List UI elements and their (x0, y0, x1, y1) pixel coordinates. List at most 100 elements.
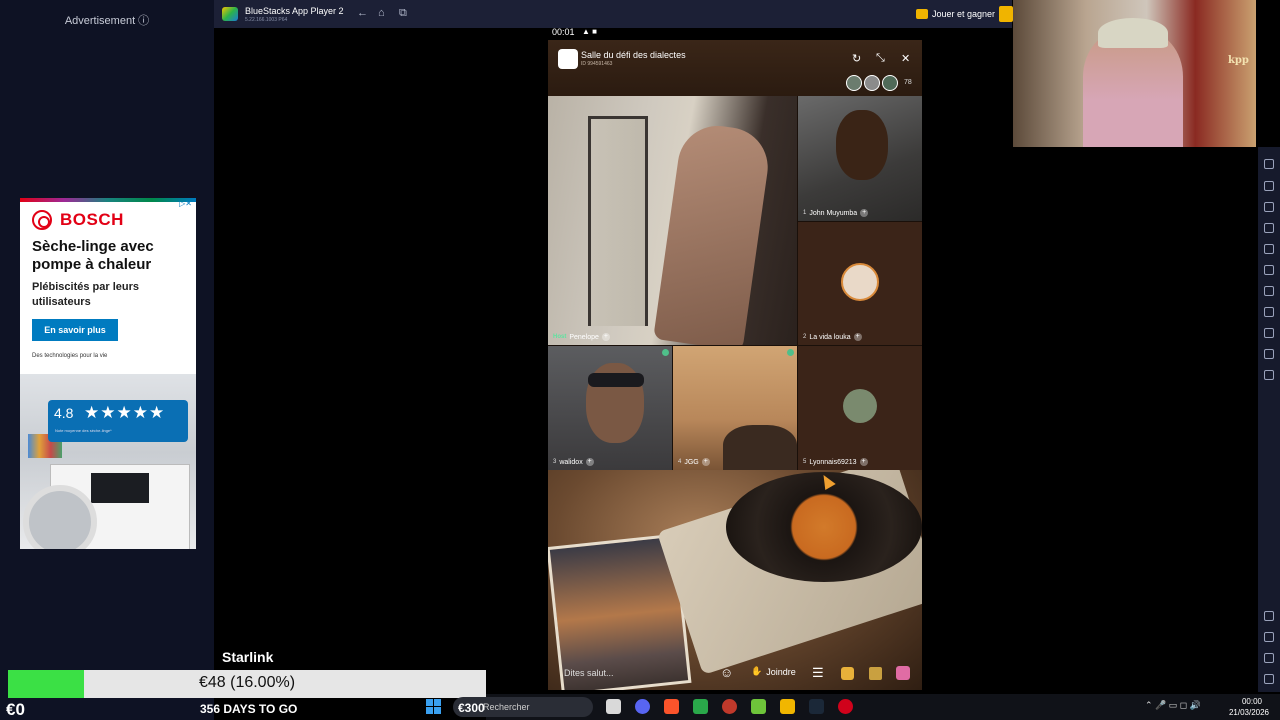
status-icons: ▲ ■ (582, 27, 597, 36)
user-avatar (841, 263, 879, 301)
system-tray[interactable]: ⌃ 🎤 ▭ ◻ 🔊 (1145, 700, 1201, 711)
media-player-icon[interactable] (838, 699, 853, 714)
settings-icon[interactable] (1264, 611, 1274, 621)
gift-icon[interactable] (896, 666, 910, 680)
room-avatar[interactable] (558, 49, 578, 69)
emoji-icon[interactable]: ☺ (720, 665, 733, 680)
bluestacks-taskbar-icon[interactable] (780, 699, 795, 714)
location-icon[interactable] (1264, 307, 1274, 317)
streamer-cap (1098, 18, 1168, 48)
erase-icon[interactable] (1264, 286, 1274, 296)
spreadsheet-icon[interactable] (751, 699, 766, 714)
seat-label: 2 La vida louka + (803, 333, 862, 341)
follow-icon[interactable]: + (585, 458, 594, 466)
follow-icon[interactable]: + (853, 333, 862, 341)
sponsor-label: Starlink (222, 649, 274, 665)
emulator-version: 5.22.166.1003 P64 (245, 17, 288, 23)
home-icon[interactable]: ⌂ (378, 7, 385, 19)
ad-headline: Sèche-linge avec pompe à chaleur (32, 238, 154, 273)
seat-label: 1 John Muyumba + (803, 209, 869, 217)
home-icon[interactable] (1264, 653, 1274, 663)
viewer-avatar (846, 75, 862, 91)
emulator-title: BlueStacks App Player 2 (245, 6, 344, 16)
join-label: Joindre (766, 666, 796, 677)
seat-number: 1 (803, 210, 807, 216)
rotate-icon[interactable] (1264, 349, 1274, 359)
follow-icon[interactable]: + (701, 458, 710, 466)
game-launcher-icon[interactable] (693, 699, 708, 714)
ad-tagline: Des technologies pour la vie (32, 353, 108, 359)
airplane-icon[interactable] (1264, 265, 1274, 275)
join-button[interactable]: ✋ Joindre (751, 666, 796, 677)
back-icon[interactable] (1264, 632, 1274, 642)
clock-date[interactable]: 21/03/2026 (1224, 708, 1274, 717)
seat-1[interactable]: 1 John Muyumba + (798, 96, 922, 221)
windows-start-icon[interactable] (426, 699, 441, 714)
seat-number: 2 (803, 334, 807, 340)
room-title: Salle du défi des dialectes (581, 50, 686, 60)
seat-name: Lyonnais69213 (809, 458, 857, 466)
viewer-avatars[interactable] (846, 75, 900, 91)
ad-product-image: 4.8 ★★★★★ Note moyenne des sèche-linge* (20, 374, 196, 549)
minimize-icon[interactable]: ⤡ (876, 52, 885, 65)
chat-input[interactable]: Dites salut... (564, 668, 614, 678)
more-icon[interactable] (1264, 370, 1274, 380)
seat-host[interactable]: Host Penelope + (548, 96, 798, 345)
follow-icon[interactable]: + (601, 333, 610, 341)
discord-icon[interactable] (635, 699, 650, 714)
divider (798, 221, 922, 222)
status-time: 00:01 (552, 27, 575, 37)
recent-apps-icon[interactable] (1264, 674, 1274, 684)
seat-3[interactable]: 3 walidox + (548, 345, 673, 470)
ad-close-icon[interactable]: ▷✕ (179, 199, 192, 208)
media-icon[interactable] (1264, 244, 1274, 254)
room-background-image (548, 470, 922, 690)
file-explorer-icon[interactable] (606, 699, 621, 714)
lucky-bag-icon[interactable] (869, 667, 882, 680)
emulator-titlebar: BlueStacks App Player 2 5.22.166.1003 P6… (214, 0, 1013, 28)
app-icon[interactable] (722, 699, 737, 714)
follow-icon[interactable]: + (860, 209, 869, 217)
clock-time[interactable]: 00:00 (1232, 697, 1272, 706)
seat-number: 4 (678, 459, 682, 465)
seat-5[interactable]: 5 Lyonnais69213 + (798, 345, 922, 470)
brave-icon[interactable] (664, 699, 679, 714)
close-icon[interactable]: ✕ (901, 52, 910, 65)
seat-4[interactable]: 4 JGG + (673, 345, 798, 470)
star-icons: ★★★★★ (84, 403, 166, 422)
dryer-image (23, 464, 190, 549)
screenshot-icon[interactable] (1264, 202, 1274, 212)
video-subject (723, 425, 797, 470)
keyboard-icon[interactable] (1264, 181, 1274, 191)
sidebar-toggle-icon[interactable] (999, 6, 1013, 22)
menu-icon[interactable]: ☰ (812, 665, 824, 681)
record-icon[interactable] (1264, 223, 1274, 233)
play-and-earn-button[interactable]: Jouer et gagner (916, 6, 995, 22)
volume-icon[interactable] (1264, 159, 1274, 169)
days-left: 356 DAYS TO GO (200, 702, 298, 716)
follow-icon[interactable]: + (859, 458, 868, 466)
seat-label: 4 JGG + (678, 458, 710, 466)
recent-apps-icon[interactable]: ⧉ (399, 7, 407, 20)
layers-icon[interactable] (1264, 328, 1274, 338)
chest-icon[interactable] (841, 667, 854, 680)
seat-number: 3 (553, 459, 557, 465)
viewer-avatar (882, 75, 898, 91)
seat-label: Host Penelope + (553, 333, 610, 341)
divider (548, 345, 922, 346)
reward-icon (916, 9, 928, 19)
seat-name: Penelope (569, 333, 599, 341)
goal-end: €300 (458, 701, 485, 715)
steam-icon[interactable] (809, 699, 824, 714)
user-avatar (843, 389, 877, 423)
ad-cta-button[interactable]: En savoir plus (32, 319, 118, 341)
refresh-icon[interactable]: ↻ (852, 52, 861, 65)
background-poster-text: kpp (1228, 55, 1249, 66)
video-background (588, 116, 648, 326)
seat-2[interactable]: 2 La vida louka + (798, 221, 922, 345)
seat-name: John Muyumba (809, 209, 858, 217)
brand-stripe (20, 198, 196, 202)
bosch-ad[interactable]: ▷✕ BOSCH Sèche-linge avec pompe à chaleu… (20, 198, 196, 549)
back-icon[interactable]: ← (357, 7, 368, 19)
dryer-door (23, 485, 97, 549)
